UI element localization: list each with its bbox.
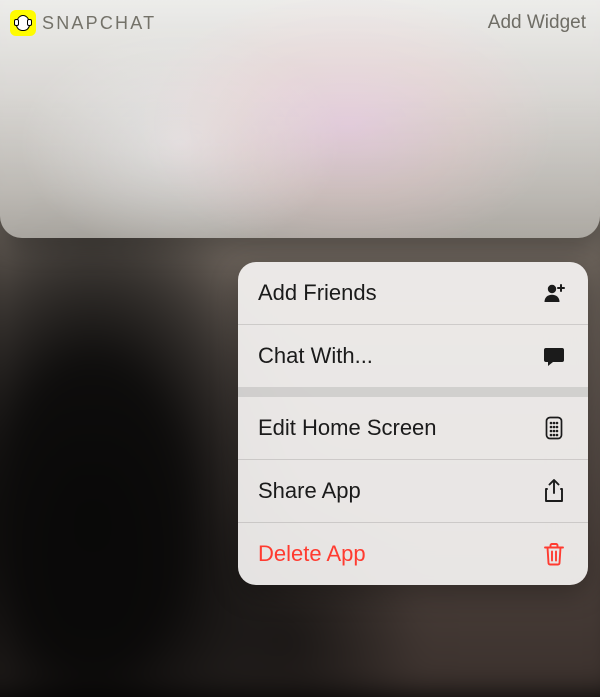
menu-item-delete-app[interactable]: Delete App [238, 523, 588, 585]
add-widget-button[interactable]: Add Widget [488, 12, 586, 34]
menu-item-edit-home-screen[interactable]: Edit Home Screen [238, 397, 588, 459]
widget-title-group: SNAPCHAT [10, 10, 156, 36]
widget-header: SNAPCHAT Add Widget [0, 0, 600, 40]
apps-grid-icon [540, 414, 568, 442]
share-icon [540, 477, 568, 505]
ghost-logo-icon [16, 15, 30, 31]
snapchat-app-icon [10, 10, 36, 36]
menu-item-label: Edit Home Screen [258, 415, 437, 441]
menu-group-divider [238, 387, 588, 397]
menu-item-label: Add Friends [258, 280, 377, 306]
menu-item-label: Chat With... [258, 343, 373, 369]
trash-icon [540, 540, 568, 568]
context-menu: Add Friends Chat With... Edit Home Scree… [238, 262, 588, 585]
menu-item-label: Delete App [258, 541, 366, 567]
menu-item-label: Share App [258, 478, 361, 504]
menu-item-add-friends[interactable]: Add Friends [238, 262, 588, 324]
chat-icon [540, 342, 568, 370]
menu-item-chat-with[interactable]: Chat With... [238, 325, 588, 387]
menu-item-share-app[interactable]: Share App [238, 460, 588, 522]
app-name-label: SNAPCHAT [42, 13, 156, 34]
person-add-icon [540, 279, 568, 307]
widget-preview-card: SNAPCHAT Add Widget [0, 0, 600, 238]
